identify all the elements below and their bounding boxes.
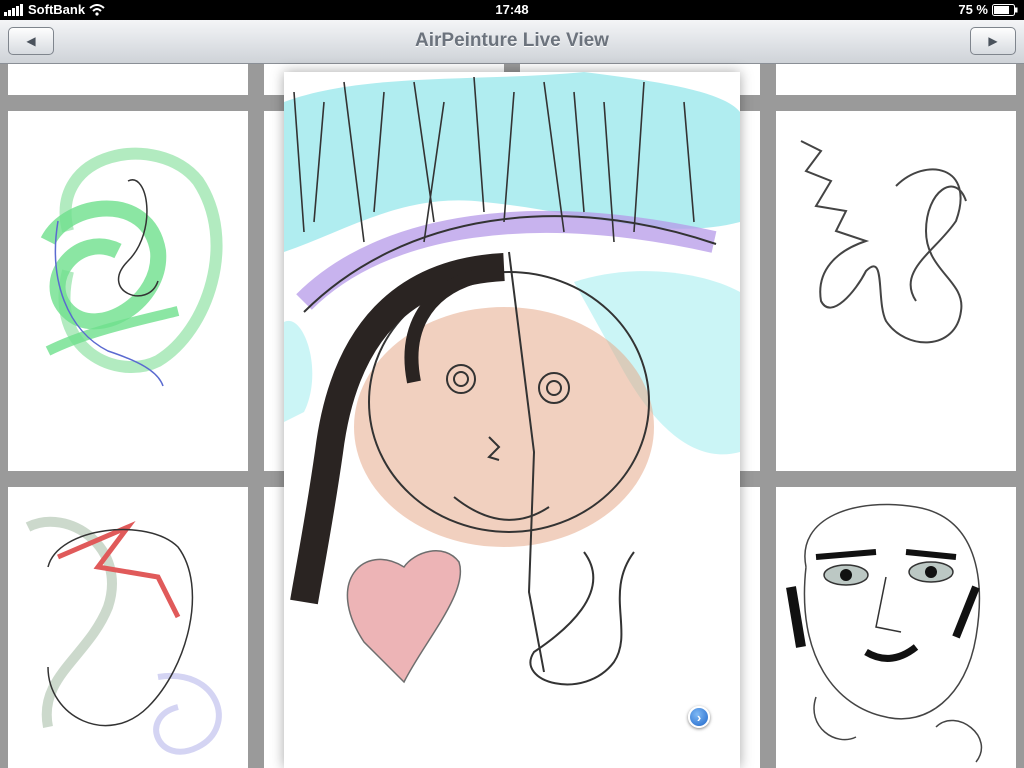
navigation-bar: ◀ AirPeinture Live View ▶	[0, 20, 1024, 64]
drawing-image	[284, 72, 740, 686]
drawing-thumbnail[interactable]	[8, 487, 248, 768]
drawing-detail-view[interactable]: ›	[284, 72, 740, 768]
drawing-thumbnail[interactable]	[776, 111, 1016, 471]
drawing-image	[40, 147, 223, 387]
drawing-image	[25, 516, 222, 755]
drawing-thumbnail[interactable]	[8, 111, 248, 471]
battery-icon	[992, 3, 1018, 16]
status-right: 75 %	[958, 2, 1018, 17]
info-chevron-glyph: ›	[696, 709, 702, 725]
battery-percent: 75 %	[958, 2, 988, 17]
drawing-thumbnail[interactable]	[776, 64, 1016, 95]
page-title: AirPeinture Live View	[415, 30, 609, 51]
right-arrow-icon: ▶	[988, 34, 998, 48]
drawing-thumbnail[interactable]	[8, 64, 248, 95]
status-time: 17:48	[495, 2, 529, 17]
status-bar: SoftBank 17:48 75 %	[0, 0, 1024, 20]
drawing-image	[800, 140, 967, 344]
info-chevron-icon[interactable]: ›	[688, 706, 710, 728]
drawing-image	[786, 503, 983, 763]
next-button[interactable]: ▶	[970, 27, 1016, 55]
drawing-thumbnail[interactable]	[776, 487, 1016, 768]
